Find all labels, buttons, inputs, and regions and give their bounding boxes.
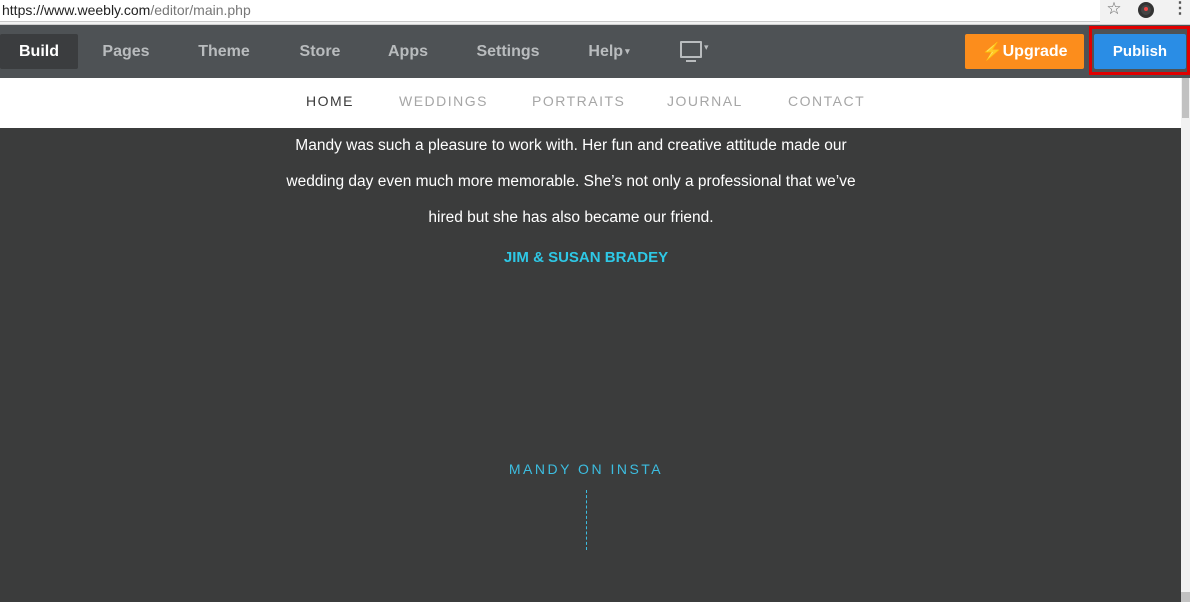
tab-settings[interactable]: Settings [464,25,552,78]
tab-store[interactable]: Store [288,25,352,78]
scrollbar-track[interactable] [1181,78,1190,602]
testimonial-line: Mandy was such a pleasure to work with. … [295,137,847,154]
url-path: /editor/main.php [150,2,251,18]
tab-apps[interactable]: Apps [378,25,438,78]
nav-link-weddings[interactable]: WEDDINGS [399,78,488,128]
upgrade-button[interactable]: ⚡Upgrade [965,34,1084,69]
caret-down-icon: ▾ [704,42,709,52]
caret-down-icon: ▾ [625,46,630,57]
nav-link-portraits[interactable]: PORTRAITS [532,78,625,128]
extension-icon[interactable] [1138,2,1154,18]
site-navigation: HOME WEDDINGS PORTRAITS JOURNAL CONTACT [0,78,1181,128]
nav-link-home[interactable]: HOME [306,78,354,128]
upgrade-label: Upgrade [1002,43,1068,60]
testimonial-line: wedding day even much more memorable. Sh… [286,173,856,190]
tab-build[interactable]: Build [0,34,78,69]
tab-help[interactable]: Help ▾ [578,25,640,78]
scrollbar-down-arrow[interactable] [1181,592,1190,602]
tab-theme[interactable]: Theme [186,25,262,78]
bolt-icon: ⚡ [981,42,1003,61]
insta-heading[interactable]: MANDY ON INSTA [0,461,1172,477]
publish-button[interactable]: Publish [1094,34,1186,69]
device-preview-button[interactable]: ▾ [678,39,714,63]
url-input[interactable]: https://www.weebly.com/editor/main.php [0,0,1100,22]
testimonial-author[interactable]: JIM & SUSAN BRADEY [270,249,902,266]
kebab-menu-icon[interactable]: ⋮ [1172,0,1188,20]
dashed-divider [586,490,587,550]
testimonial-line: hired but she has also became our friend… [428,209,714,226]
tab-help-label: Help [588,43,624,60]
scrollbar-thumb[interactable] [1182,78,1189,118]
nav-link-contact[interactable]: CONTACT [788,78,865,128]
star-icon[interactable]: ☆ [1104,0,1124,20]
browser-address-bar: https://www.weebly.com/editor/main.php ☆… [0,0,1190,25]
nav-link-journal[interactable]: JOURNAL [667,78,743,128]
page-content: Mandy was such a pleasure to work with. … [0,128,1181,602]
monitor-icon [680,41,702,62]
testimonial-text[interactable]: Mandy was such a pleasure to work with. … [270,128,872,236]
tab-pages[interactable]: Pages [88,25,164,78]
url-host: https://www.weebly.com [2,2,151,18]
